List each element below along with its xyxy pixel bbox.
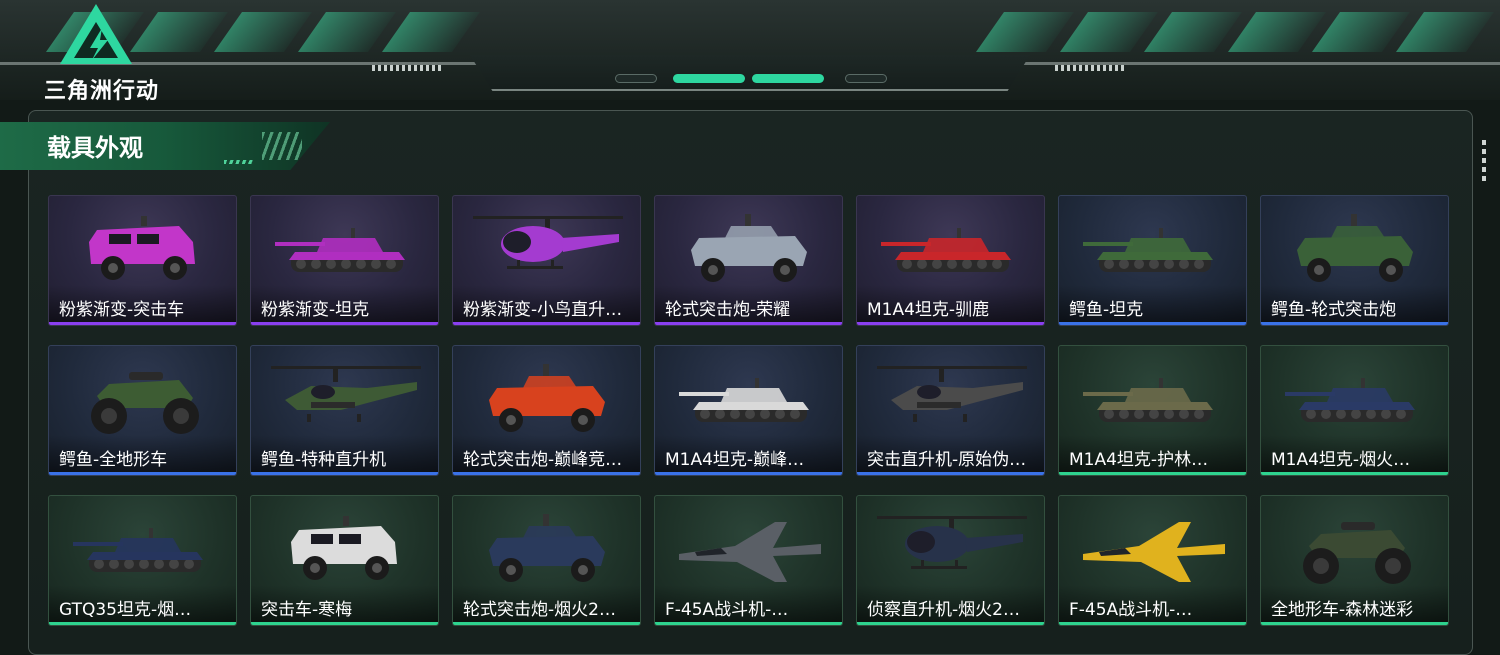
wheeled-vehicle-icon: [489, 364, 605, 432]
skin-name: M1A4坦克-烟火…: [1271, 450, 1411, 470]
skin-card[interactable]: 粉紫渐变-小鸟直升…: [452, 195, 641, 326]
skin-card[interactable]: 突击直升机-原始伪…: [856, 345, 1045, 476]
skin-name: 粉紫渐变-突击车: [59, 300, 185, 320]
tank-icon: [1083, 378, 1213, 422]
rarity-bar: [1261, 322, 1448, 325]
wheeled-vehicle-icon: [489, 514, 605, 582]
rarity-bar: [857, 322, 1044, 325]
tank-icon: [275, 228, 405, 272]
skin-card[interactable]: 鳄鱼-坦克: [1058, 195, 1247, 326]
skin-name: 鳄鱼-坦克: [1069, 300, 1144, 320]
game-title: 三角洲行动: [44, 79, 160, 104]
attack-helicopter-icon: [877, 366, 1027, 422]
wheeled-vehicle-icon: [691, 214, 807, 282]
rarity-bar: [655, 472, 842, 475]
helicopter-icon: [473, 216, 623, 269]
rarity-bar: [655, 322, 842, 325]
fighter-jet-icon: [679, 522, 821, 582]
skin-card[interactable]: F-45A战斗机-…: [1058, 495, 1247, 626]
rarity-bar: [857, 622, 1044, 625]
decor-hatch-left: [372, 65, 442, 71]
skin-card[interactable]: GTQ35坦克-烟…: [48, 495, 237, 626]
decor-stripes-right: [975, 12, 1495, 52]
wheeled-vehicle-icon: [1297, 214, 1413, 282]
top-banner: [0, 0, 1500, 100]
rarity-bar: [655, 622, 842, 625]
skin-card[interactable]: M1A4坦克-巅峰…: [654, 345, 843, 476]
atv-icon: [1303, 522, 1411, 584]
skin-card[interactable]: M1A4坦克-护林…: [1058, 345, 1247, 476]
tank-icon: [73, 528, 203, 572]
tank-icon: [1285, 378, 1415, 422]
fighter-jet-icon: [1083, 522, 1225, 582]
helicopter-icon: [877, 516, 1027, 569]
rarity-bar: [251, 472, 438, 475]
skin-name: 鳄鱼-轮式突击炮: [1271, 300, 1397, 320]
tank-icon: [679, 378, 809, 422]
skin-name: F-45A战斗机-…: [1069, 600, 1193, 620]
skin-name: 侦察直升机-烟火2…: [867, 600, 1020, 620]
skin-name: 轮式突击炮-巅峰竞…: [463, 450, 623, 470]
skin-card[interactable]: M1A4坦克-驯鹿: [856, 195, 1045, 326]
rarity-bar: [49, 322, 236, 325]
section-tab-accent: [224, 160, 254, 164]
skin-card[interactable]: 鳄鱼-全地形车: [48, 345, 237, 476]
skin-card[interactable]: 轮式突击炮-烟火2…: [452, 495, 641, 626]
tank-icon: [1083, 228, 1213, 272]
attack-helicopter-icon: [271, 366, 421, 422]
skin-card[interactable]: 突击车-寒梅: [250, 495, 439, 626]
skin-card[interactable]: 鳄鱼-轮式突击炮: [1260, 195, 1449, 326]
rarity-bar: [453, 322, 640, 325]
skin-card[interactable]: M1A4坦克-烟火…: [1260, 345, 1449, 476]
tank-icon: [881, 228, 1011, 272]
rarity-bar: [1059, 322, 1246, 325]
rarity-bar: [1059, 622, 1246, 625]
skin-card[interactable]: 轮式突击炮-荣耀: [654, 195, 843, 326]
armored-car-icon: [291, 516, 397, 580]
scroll-indicator[interactable]: [1482, 140, 1486, 182]
page-indicator-active: [673, 74, 745, 83]
skin-name: M1A4坦克-巅峰…: [665, 450, 805, 470]
skin-card[interactable]: 全地形车-森林迷彩: [1260, 495, 1449, 626]
skin-name: 轮式突击炮-荣耀: [665, 300, 791, 320]
rarity-bar: [49, 472, 236, 475]
page-indicator-dot: [615, 74, 657, 83]
rarity-bar: [1261, 472, 1448, 475]
atv-icon: [91, 372, 199, 434]
skin-name: 鳄鱼-全地形车: [59, 450, 168, 470]
rarity-bar: [49, 622, 236, 625]
skin-card[interactable]: 粉紫渐变-坦克: [250, 195, 439, 326]
skin-name: GTQ35坦克-烟…: [59, 600, 192, 620]
skin-name: 鳄鱼-特种直升机: [261, 450, 387, 470]
skin-name: 全地形车-森林迷彩: [1271, 600, 1414, 620]
armored-car-icon: [89, 216, 195, 280]
skin-name: 粉紫渐变-坦克: [261, 300, 370, 320]
skin-name: M1A4坦克-驯鹿: [867, 300, 990, 320]
rarity-bar: [453, 472, 640, 475]
skin-grid: 粉紫渐变-突击车 粉紫渐变-坦克 粉紫渐变-小鸟直升… 轮式突击炮-荣耀 M1A…: [48, 195, 1450, 626]
page-indicator-active: [752, 74, 824, 83]
rarity-bar: [453, 622, 640, 625]
rarity-bar: [251, 622, 438, 625]
page-indicator-dot: [845, 74, 887, 83]
rarity-bar: [1261, 622, 1448, 625]
decor-hatch-right: [1055, 65, 1125, 71]
header-center-frame: [470, 55, 1030, 91]
skin-name: F-45A战斗机-…: [665, 600, 789, 620]
skin-name: M1A4坦克-护林…: [1069, 450, 1209, 470]
rarity-bar: [857, 472, 1044, 475]
section-title: 载具外观: [47, 134, 143, 162]
skin-card[interactable]: F-45A战斗机-…: [654, 495, 843, 626]
rarity-bar: [1059, 472, 1246, 475]
skin-name: 轮式突击炮-烟火2…: [463, 600, 616, 620]
skin-name: 突击车-寒梅: [261, 600, 353, 620]
skin-card[interactable]: 鳄鱼-特种直升机: [250, 345, 439, 476]
skin-name: 粉紫渐变-小鸟直升…: [463, 300, 623, 320]
rarity-bar: [251, 322, 438, 325]
skin-card[interactable]: 侦察直升机-烟火2…: [856, 495, 1045, 626]
skin-name: 突击直升机-原始伪…: [867, 450, 1027, 470]
skin-card[interactable]: 轮式突击炮-巅峰竞…: [452, 345, 641, 476]
skin-card[interactable]: 粉紫渐变-突击车: [48, 195, 237, 326]
